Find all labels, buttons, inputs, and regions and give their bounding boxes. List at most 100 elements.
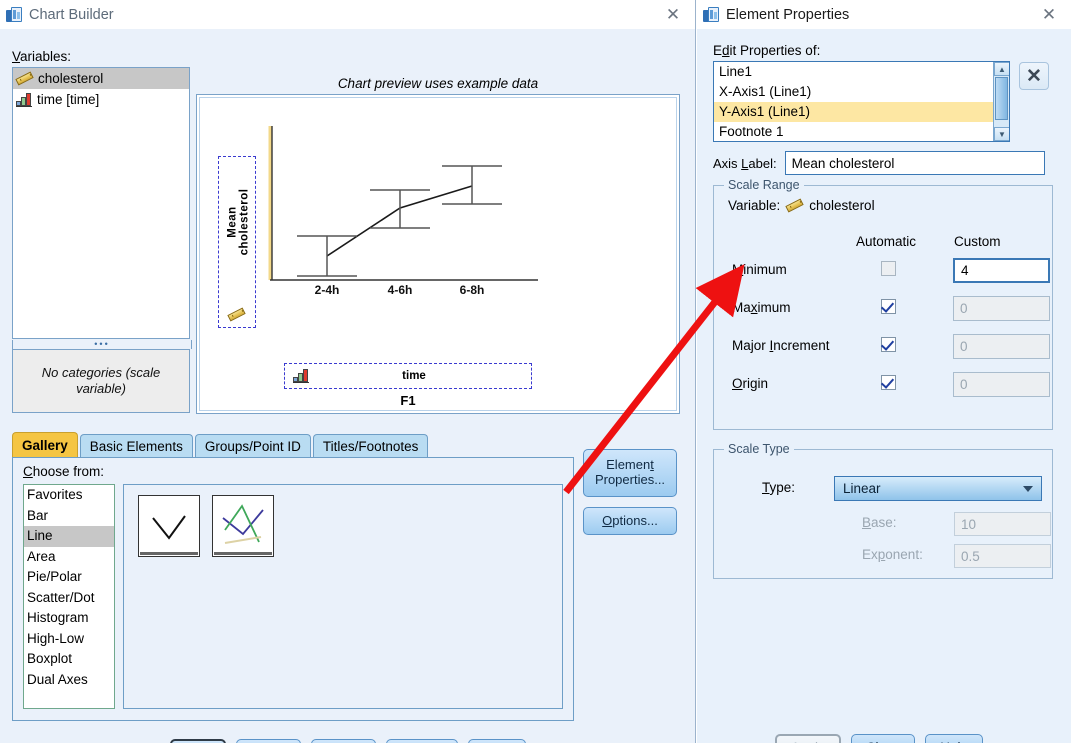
gallery-type-line[interactable]: Line [24, 526, 114, 547]
base-label: Base: [862, 515, 897, 530]
gallery-type-list[interactable]: Favorites Bar Line Area Pie/Polar Scatte… [23, 484, 115, 709]
svg-text:6-8h: 6-8h [460, 283, 485, 297]
cancel-button[interactable]: Cancel [386, 739, 459, 743]
gallery-type-pie-polar[interactable]: Pie/Polar [24, 567, 114, 588]
scale-type-group-title: Scale Type [724, 442, 794, 456]
y-axis-dropzone[interactable]: Mean cholesterol [218, 156, 256, 328]
remove-element-icon[interactable]: ✕ [1019, 62, 1049, 90]
scale-range-row-maximum: Maximum 0 [714, 296, 1054, 321]
element-item-x-axis1[interactable]: X-Axis1 (Line1) [714, 82, 1009, 102]
bar-chart-icon [293, 369, 309, 383]
column-header-automatic: Automatic [856, 234, 917, 249]
chart-builder-titlebar: Chart Builder ✕ [0, 0, 695, 29]
minimum-automatic-checkbox[interactable] [881, 261, 896, 276]
x-axis-dropzone[interactable]: time [284, 363, 532, 389]
axis-label-input[interactable]: Mean cholesterol [784, 151, 1045, 175]
tab-titles-footnotes[interactable]: Titles/Footnotes [312, 434, 429, 458]
bar-chart-icon [16, 92, 32, 107]
minimum-label: Minimum [732, 262, 787, 277]
element-properties-button-line2: Properties... [594, 472, 666, 487]
spss-app-icon [703, 6, 720, 23]
gallery-tab-panel: Choose from: Favorites Bar Line Area Pie… [12, 457, 574, 721]
ruler-icon [785, 198, 804, 213]
variable-caption: Variable: [728, 198, 781, 213]
major-increment-custom-input: 0 [953, 334, 1050, 359]
tab-gallery[interactable]: Gallery [12, 432, 78, 458]
variable-item-cholesterol[interactable]: cholesterol [13, 68, 189, 89]
element-properties-titlebar: Element Properties ✕ [697, 0, 1071, 29]
simple-line-thumb[interactable] [138, 495, 200, 557]
origin-label: Origin [732, 376, 769, 391]
major-increment-automatic-checkbox[interactable] [881, 337, 896, 352]
close-icon[interactable]: ✕ [663, 4, 683, 24]
gallery-type-boxplot[interactable]: Boxplot [24, 649, 114, 670]
element-properties-button[interactable]: Element Properties... [583, 449, 677, 497]
help-button[interactable]: Help [468, 739, 526, 743]
scroll-down-icon[interactable]: ▼ [994, 127, 1009, 141]
exponent-label: Exponent: [862, 547, 923, 562]
element-item-footnote1[interactable]: Footnote 1 [714, 122, 1009, 141]
scroll-up-icon[interactable]: ▲ [994, 62, 1009, 76]
element-properties-body: Edit Properties of: Line1 X-Axis1 (Line1… [697, 29, 1071, 743]
variable-label: time [time] [37, 92, 100, 107]
multiple-line-glyph [222, 504, 264, 544]
type-label: Type: [762, 480, 796, 495]
reset-button[interactable]: Reset [310, 739, 377, 743]
x-axis-dropzone-label: time [402, 370, 426, 382]
simple-line-glyph [152, 515, 186, 540]
y-axis-dropzone-label: Mean cholesterol [219, 157, 257, 287]
base-input: 10 [954, 512, 1051, 536]
scale-range-group-title: Scale Range [724, 178, 804, 192]
gallery-thumbnails [123, 484, 563, 709]
edit-properties-list[interactable]: Line1 X-Axis1 (Line1) Y-Axis1 (Line1) Fo… [713, 61, 1010, 142]
chevron-down-icon [1023, 486, 1033, 492]
close-icon[interactable]: ✕ [1039, 4, 1059, 24]
gallery-type-high-low[interactable]: High-Low [24, 629, 114, 650]
y-axis-dropzone-label-line2: cholesterol [238, 188, 251, 256]
variable-label: cholesterol [38, 71, 104, 86]
ep-help-button[interactable]: Help [925, 734, 984, 743]
scale-range-row-major-increment: Major Increment 0 [714, 334, 1054, 359]
multiple-line-thumb[interactable] [212, 495, 274, 557]
gallery-type-bar[interactable]: Bar [24, 506, 114, 527]
chart-preview-panel[interactable]: 2-4h 4-6h 6-8h Mean cholesterol time F1 [196, 94, 680, 414]
variables-label: Variables: [12, 49, 72, 64]
variable-item-time[interactable]: time [time] [13, 89, 189, 110]
exponent-input: 0.5 [954, 544, 1051, 568]
gallery-type-histogram[interactable]: Histogram [24, 608, 114, 629]
close-button[interactable]: Close [850, 734, 916, 743]
scrollbar-thumb[interactable] [995, 77, 1008, 120]
chart-builder-body: Variables: cholesterol time [time] ••• N… [0, 29, 695, 743]
gallery-type-area[interactable]: Area [24, 547, 114, 568]
edit-properties-label: Edit Properties of: [713, 43, 821, 58]
element-item-y-axis1[interactable]: Y-Axis1 (Line1) [714, 102, 1009, 122]
edit-properties-scrollbar[interactable]: ▲ ▼ [993, 62, 1009, 141]
gallery-type-dual-axes[interactable]: Dual Axes [24, 670, 114, 691]
column-header-custom: Custom [954, 234, 1001, 249]
gallery-type-scatter-dot[interactable]: Scatter/Dot [24, 588, 114, 609]
exponent-row: Exponent: 0.5 [714, 544, 1054, 568]
paste-button[interactable]: Paste [236, 739, 301, 743]
minimum-custom-input[interactable]: 4 [953, 258, 1050, 283]
scale-type-select[interactable]: Linear [834, 476, 1042, 501]
choose-from-label: Choose from: [23, 464, 105, 479]
chart-builder-title: Chart Builder [29, 6, 114, 23]
scale-type-group: Scale Type Type: Linear Base: 10 Exponen… [713, 442, 1054, 579]
dialog-button-row: OK Paste Reset Cancel Help [0, 739, 695, 743]
maximum-custom-input: 0 [953, 296, 1050, 321]
variables-splitter[interactable]: ••• [12, 340, 192, 349]
element-item-line1[interactable]: Line1 [714, 62, 1009, 82]
variables-list[interactable]: cholesterol time [time] [12, 67, 190, 339]
element-properties-button-row: Apply Close Help [775, 734, 984, 743]
tab-basic-elements[interactable]: Basic Elements [79, 434, 193, 458]
options-button[interactable]: Options... [583, 507, 677, 535]
preview-caption: Chart preview uses example data [337, 76, 539, 91]
origin-automatic-checkbox[interactable] [881, 375, 896, 390]
scale-type-row: Type: Linear [714, 476, 1054, 502]
maximum-automatic-checkbox[interactable] [881, 299, 896, 314]
ok-button[interactable]: OK [170, 739, 227, 743]
gallery-type-favorites[interactable]: Favorites [24, 485, 114, 506]
apply-button[interactable]: Apply [775, 734, 841, 743]
tab-groups-point-id[interactable]: Groups/Point ID [194, 434, 311, 458]
element-properties-button-line1: Element [606, 457, 654, 473]
